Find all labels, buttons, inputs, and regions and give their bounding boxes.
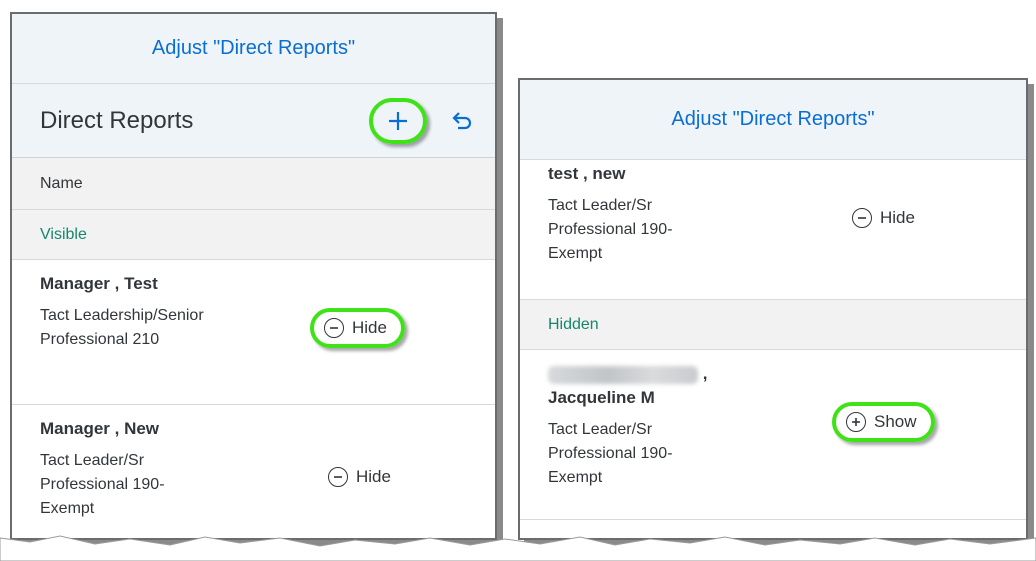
minus-circle-icon [852, 208, 872, 228]
row-name: test , new [548, 164, 626, 183]
list-item: test , new Tact Leader/Sr Professional 1… [520, 160, 1026, 300]
row-name: Manager , Test [40, 274, 158, 293]
list-header: Direct Reports [12, 84, 495, 158]
hide-label: Hide [356, 467, 391, 486]
list-item: Manager , New Tact Leader/Sr Professiona… [12, 405, 495, 538]
row-name: Jacqueline M [548, 388, 655, 407]
adjust-direct-reports-dialog-left: Adjust "Direct Reports" Direct Reports N… [10, 12, 497, 540]
minus-circle-icon [324, 318, 344, 338]
add-button[interactable] [369, 97, 427, 144]
dialog-title: Adjust "Direct Reports" [12, 14, 495, 84]
adjust-direct-reports-dialog-right: Adjust "Direct Reports" test , new Tact … [518, 78, 1028, 540]
list-item: Manager , Test Tact Leadership/Senior Pr… [12, 260, 495, 405]
dialog-title: Adjust "Direct Reports" [520, 80, 1026, 160]
hide-label: Hide [880, 208, 915, 227]
undo-icon [452, 111, 472, 129]
plus-icon [389, 111, 407, 130]
row-description: Tact Leader/Sr Professional 190-Exempt [40, 452, 165, 517]
minus-circle-icon [328, 467, 348, 487]
row-description: Tact Leader/Sr Professional 190-Exempt [548, 197, 673, 262]
list-title: Direct Reports [40, 106, 194, 134]
show-button[interactable]: Show [832, 402, 935, 442]
group-header-visible: Visible [12, 210, 495, 260]
group-header-hidden: Hidden [520, 300, 1026, 350]
list-item: , Jacqueline M Tact Leader/Sr Profession… [520, 350, 1026, 520]
row-description: Tact Leadership/Senior Professional 210 [40, 307, 204, 348]
hide-label: Hide [352, 318, 387, 337]
column-header-name: Name [12, 158, 495, 210]
hide-button[interactable]: Hide [310, 308, 405, 348]
undo-button[interactable] [445, 104, 479, 138]
hide-button[interactable]: Hide [328, 467, 391, 487]
row-name: Manager , New [40, 419, 160, 438]
blurred-surname [548, 365, 698, 384]
row-name-line1: , [548, 362, 1026, 386]
show-label: Show [874, 412, 917, 431]
plus-circle-icon [846, 412, 866, 432]
hide-button[interactable]: Hide [852, 208, 915, 228]
row-description: Tact Leader/Sr Professional 190-Exempt [548, 421, 673, 486]
row-name-comma: , [702, 364, 708, 383]
